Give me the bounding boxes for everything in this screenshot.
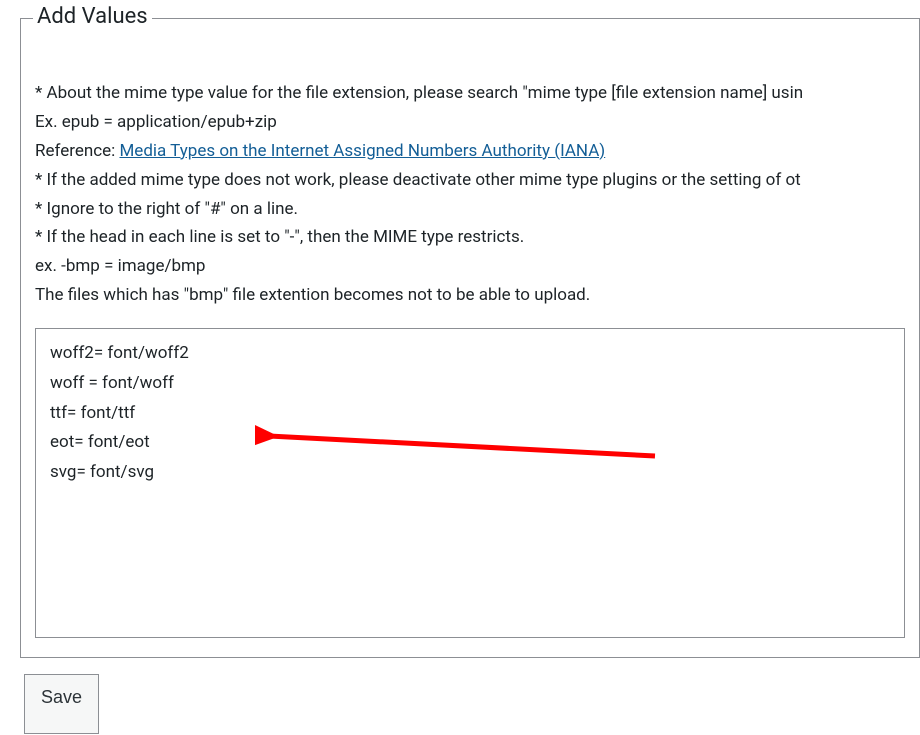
info-text: * About the mime type value for the file… xyxy=(35,79,905,310)
info-line: * Ignore to the right of "#" on a line. xyxy=(35,195,905,224)
fieldset-legend: Add Values xyxy=(33,4,152,29)
info-line: * About the mime type value for the file… xyxy=(35,79,905,108)
reference-label: Reference: xyxy=(35,141,119,161)
info-line: Ex. epub = application/epub+zip xyxy=(35,108,905,137)
add-values-fieldset: Add Values * About the mime type value f… xyxy=(20,18,920,658)
info-line: The files which has "bmp" file extention… xyxy=(35,281,905,310)
info-line: * If the head in each line is set to "-"… xyxy=(35,223,905,252)
mime-values-textarea[interactable] xyxy=(35,328,905,638)
save-button[interactable]: Save xyxy=(24,674,99,734)
info-line: ex. -bmp = image/bmp xyxy=(35,252,905,281)
iana-reference-link[interactable]: Media Types on the Internet Assigned Num… xyxy=(119,141,605,161)
info-line: * If the added mime type does not work, … xyxy=(35,166,905,195)
info-line: Reference: Media Types on the Internet A… xyxy=(35,137,905,166)
